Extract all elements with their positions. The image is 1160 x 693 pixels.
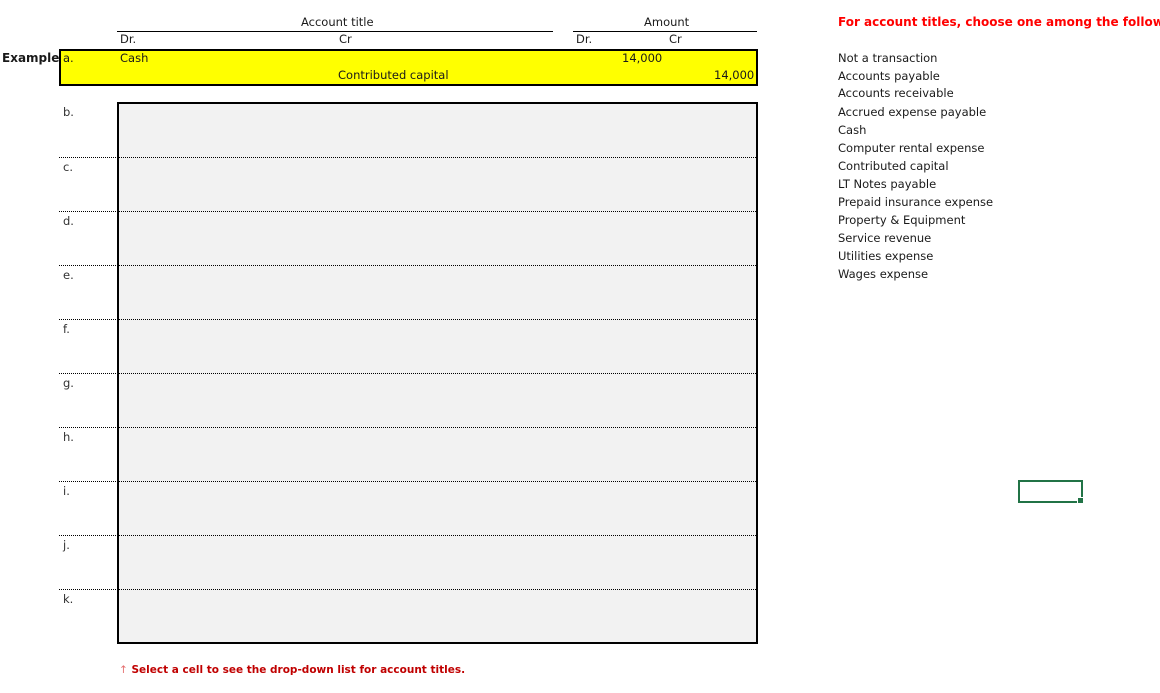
account-title-option: Accounts receivable — [838, 86, 954, 100]
debit-amount-cell[interactable] — [573, 482, 665, 500]
debit-account-cell[interactable] — [119, 482, 339, 500]
credit-amount-cell[interactable] — [665, 392, 754, 410]
credit-amount-cell[interactable] — [665, 230, 754, 248]
cr-column-label: Cr — [339, 32, 352, 46]
footer-note-text: Select a cell to see the drop-down list … — [131, 664, 466, 676]
credit-account-cell[interactable] — [119, 554, 553, 572]
debit-amount-cell[interactable] — [573, 428, 665, 446]
account-title-option: Cash — [838, 123, 867, 137]
credit-account-cell[interactable] — [119, 122, 553, 140]
row-letter: j. — [63, 538, 70, 552]
debit-amount-cell[interactable] — [573, 212, 665, 230]
row-letter: c. — [63, 160, 73, 174]
up-arrow-icon: ↑ — [119, 664, 128, 676]
credit-account-cell[interactable] — [119, 176, 553, 194]
account-title-option: Property & Equipment — [838, 213, 966, 227]
credit-amount-cell[interactable] — [665, 284, 754, 302]
row-letter: e. — [63, 268, 74, 282]
account-title-option: Service revenue — [838, 231, 932, 245]
credit-account-cell[interactable] — [119, 446, 553, 464]
example-label: Example — [2, 51, 60, 65]
account-title-option: Accrued expense payable — [838, 105, 987, 119]
credit-account-cell[interactable] — [119, 392, 553, 410]
credit-account-cell[interactable] — [119, 500, 553, 518]
amount-cr-column-label: Cr — [669, 32, 682, 46]
row-letter: b. — [63, 105, 74, 119]
account-title-option: Accounts payable — [838, 69, 940, 83]
debit-amount-cell[interactable] — [573, 536, 665, 554]
account-title-option: Prepaid insurance expense — [838, 195, 994, 209]
debit-amount-cell[interactable] — [573, 158, 665, 176]
debit-account-cell[interactable] — [119, 104, 339, 122]
credit-amount-cell[interactable] — [665, 446, 754, 464]
credit-amount-cell[interactable] — [665, 500, 754, 518]
credit-amount-cell[interactable] — [665, 554, 754, 572]
credit-amount-cell[interactable] — [665, 608, 754, 626]
example-credit-amount[interactable]: 14,000 — [714, 68, 754, 82]
account-title-underline — [117, 31, 553, 32]
credit-account-cell[interactable] — [119, 284, 553, 302]
account-title-option: Wages expense — [838, 267, 929, 281]
example-debit-amount[interactable]: 14,000 — [622, 51, 662, 65]
debit-amount-cell[interactable] — [573, 320, 665, 338]
account-title-option: Contributed capital — [838, 159, 949, 173]
account-title-option: Not a transaction — [838, 51, 938, 65]
credit-amount-cell[interactable] — [665, 338, 754, 356]
credit-amount-cell[interactable] — [665, 122, 754, 140]
debit-amount-cell[interactable] — [573, 590, 665, 608]
dr-column-label: Dr. — [120, 32, 137, 46]
selected-cell[interactable] — [1018, 480, 1083, 503]
debit-amount-cell[interactable] — [573, 266, 665, 284]
instructions-title: For account titles, choose one among the… — [838, 15, 1160, 29]
credit-amount-cell[interactable] — [665, 176, 754, 194]
example-row-letter: a. — [63, 51, 74, 65]
debit-account-cell[interactable] — [119, 536, 339, 554]
amount-header: Amount — [644, 15, 690, 29]
debit-account-cell[interactable] — [119, 428, 339, 446]
account-title-option: LT Notes payable — [838, 177, 937, 191]
debit-account-cell[interactable] — [119, 158, 339, 176]
credit-account-cell[interactable] — [119, 608, 553, 626]
example-debit-account[interactable]: Cash — [120, 51, 148, 65]
row-letter: f. — [63, 322, 70, 336]
row-letter: d. — [63, 214, 74, 228]
row-letter: g. — [63, 376, 74, 390]
row-letter: k. — [63, 592, 74, 606]
debit-amount-cell[interactable] — [573, 104, 665, 122]
row-letter: i. — [63, 484, 70, 498]
debit-account-cell[interactable] — [119, 320, 339, 338]
credit-account-cell[interactable] — [119, 338, 553, 356]
credit-account-cell[interactable] — [119, 230, 553, 248]
row-letter: h. — [63, 430, 74, 444]
account-title-header: Account title — [301, 15, 374, 29]
debit-account-cell[interactable] — [119, 212, 339, 230]
footer-note: ↑ Select a cell to see the drop-down lis… — [119, 664, 465, 676]
amount-dr-column-label: Dr. — [576, 32, 593, 46]
example-credit-account[interactable]: Contributed capital — [338, 68, 449, 82]
fill-handle[interactable] — [1077, 497, 1084, 504]
amount-underline — [573, 31, 757, 32]
debit-account-cell[interactable] — [119, 590, 339, 608]
debit-account-cell[interactable] — [119, 374, 339, 392]
debit-account-cell[interactable] — [119, 266, 339, 284]
account-title-option: Computer rental expense — [838, 141, 985, 155]
account-title-option: Utilities expense — [838, 249, 934, 263]
debit-amount-cell[interactable] — [573, 374, 665, 392]
